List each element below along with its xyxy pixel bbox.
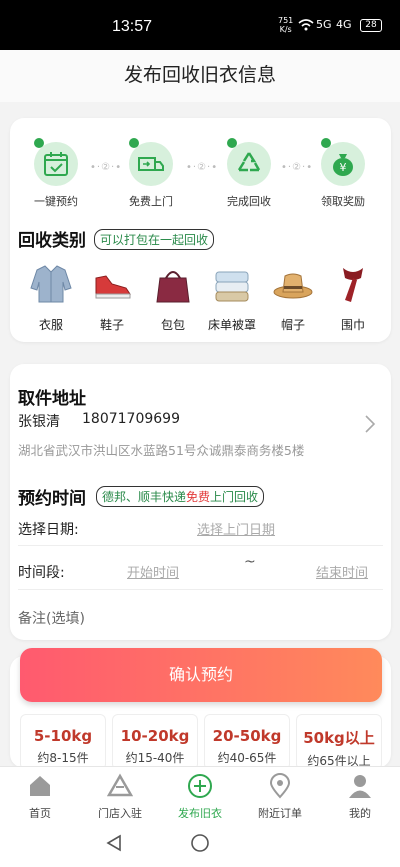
weight-option[interactable]: 20-50kg 约40-65件 (204, 714, 290, 770)
address-card: 取件地址 张银清 18071709699 湖北省武汉市洪山区水蓝路51号众诚鼎泰… (10, 364, 391, 640)
calendar-check-icon (44, 152, 68, 176)
category-label: 包包 (160, 318, 185, 332)
weight-count: 约15-40件 (125, 751, 185, 765)
weight-option[interactable]: 10-20kg 约15-40件 (112, 714, 198, 770)
home-nav-icon[interactable] (190, 833, 210, 853)
confirm-button[interactable]: 确认预约 (20, 648, 382, 702)
status-time: 13:57 (112, 18, 153, 35)
step-label: 免费上门 (129, 195, 173, 208)
category-item-clothes[interactable]: 衣服 (20, 264, 82, 333)
divider (18, 589, 383, 590)
contact-name: 张银清 (18, 414, 60, 430)
address-detail: 湖北省武汉市洪山区水蓝路51号众诚鼎泰商务楼5楼 (18, 443, 305, 458)
net-speed: 751 K/s (278, 16, 293, 34)
back-icon[interactable] (106, 834, 122, 852)
system-nav-bar (0, 818, 400, 867)
divider (18, 545, 383, 546)
category-label: 衣服 (38, 318, 63, 332)
time-separator: ~ (244, 554, 256, 570)
category-item-bedding[interactable]: 床单被罩 (201, 264, 263, 333)
money-bag-icon: ¥ (333, 154, 353, 176)
category-label: 床单被罩 (207, 318, 256, 332)
status-bar: 13:57 751 K/s 5G 4G 28 (0, 0, 400, 50)
weight-range: 5-10kg (33, 727, 93, 745)
weight-count: 约40-65件 (217, 751, 277, 765)
signal-4g-icon: 4G (336, 18, 352, 31)
contact-phone: 18071709699 (82, 411, 180, 427)
note-input[interactable]: 备注(选填) (18, 608, 85, 628)
svg-text:¥: ¥ (340, 161, 347, 174)
tag-text: 上门回收 (210, 490, 259, 504)
folded-sheets-icon (215, 271, 249, 302)
weight-range: 20-50kg (212, 727, 282, 745)
step-label: 完成回收 (227, 195, 271, 208)
sneaker-icon (95, 275, 131, 299)
address-title: 取件地址 (18, 389, 86, 409)
chevron-right-icon[interactable] (364, 414, 376, 434)
category-item-hats[interactable]: 帽子 (262, 264, 324, 333)
category-tag: 可以打包在一起回收 (94, 229, 215, 250)
tab-home[interactable]: 首页 (0, 767, 80, 820)
time-label: 时间段: (18, 565, 65, 581)
category-label: 围巾 (340, 318, 365, 332)
recycle-icon (237, 152, 261, 172)
tab-bar: 首页 门店入驻 发布旧衣 附近订单 我的 (0, 766, 400, 820)
tag-free: 免费 (186, 490, 211, 504)
wifi-icon (298, 19, 314, 31)
hat-icon (273, 273, 313, 299)
step-free-pickup: 免费上门 (111, 138, 191, 209)
weight-option[interactable]: 5-10kg 约8-15件 (20, 714, 106, 770)
title-bar: 发布回收旧衣信息 (0, 50, 400, 102)
weight-option[interactable]: 50kg以上 约65件以上 (296, 714, 382, 770)
weight-range: 50kg以上 (303, 729, 375, 747)
jacket-icon (30, 265, 72, 303)
step-reward: ¥ 领取奖励 (303, 138, 383, 209)
step-label: 领取奖励 (321, 195, 365, 208)
step-label: 一键预约 (34, 195, 78, 208)
tab-publish[interactable]: 发布旧衣 (160, 767, 240, 820)
truck-icon (138, 157, 164, 171)
date-label: 选择日期: (18, 522, 79, 538)
store-icon (106, 773, 134, 797)
step-complete: 完成回收 (209, 138, 289, 209)
date-picker[interactable]: 选择上门日期 (197, 519, 275, 538)
tab-mine[interactable]: 我的 (320, 767, 400, 820)
tab-nearby[interactable]: 附近订单 (240, 767, 320, 820)
scarf-icon (343, 268, 363, 302)
category-item-bags[interactable]: 包包 (142, 264, 204, 333)
location-pin-icon (269, 773, 291, 799)
page-title: 发布回收旧衣信息 (123, 64, 276, 86)
category-label: 帽子 (280, 318, 305, 332)
step-appointment: 一键预约 (16, 138, 96, 209)
category-item-scarves[interactable]: 围巾 (322, 264, 384, 333)
category-item-shoes[interactable]: 鞋子 (81, 264, 143, 333)
handbag-icon (156, 271, 190, 303)
weight-count: 约8-15件 (37, 751, 89, 765)
tag-text: 德邦、顺丰快递 (102, 490, 187, 504)
battery-icon: 28 (360, 19, 382, 32)
net-speed-unit: K/s (279, 25, 292, 34)
person-icon (349, 775, 371, 798)
tab-store[interactable]: 门店入驻 (80, 767, 160, 820)
appointment-tag: 德邦、顺丰快递免费上门回收 (96, 486, 265, 507)
weight-range: 10-20kg (120, 727, 190, 745)
add-circle-icon (188, 774, 212, 798)
signal-5g-icon: 5G (316, 18, 332, 31)
home-icon (30, 776, 50, 796)
end-time-picker[interactable]: 结束时间 (316, 562, 368, 581)
net-speed-value: 751 (278, 16, 294, 25)
category-label: 鞋子 (99, 318, 124, 332)
appointment-title: 预约时间 (18, 489, 86, 509)
category-title: 回收类别 (18, 231, 86, 251)
start-time-picker[interactable]: 开始时间 (127, 562, 179, 581)
